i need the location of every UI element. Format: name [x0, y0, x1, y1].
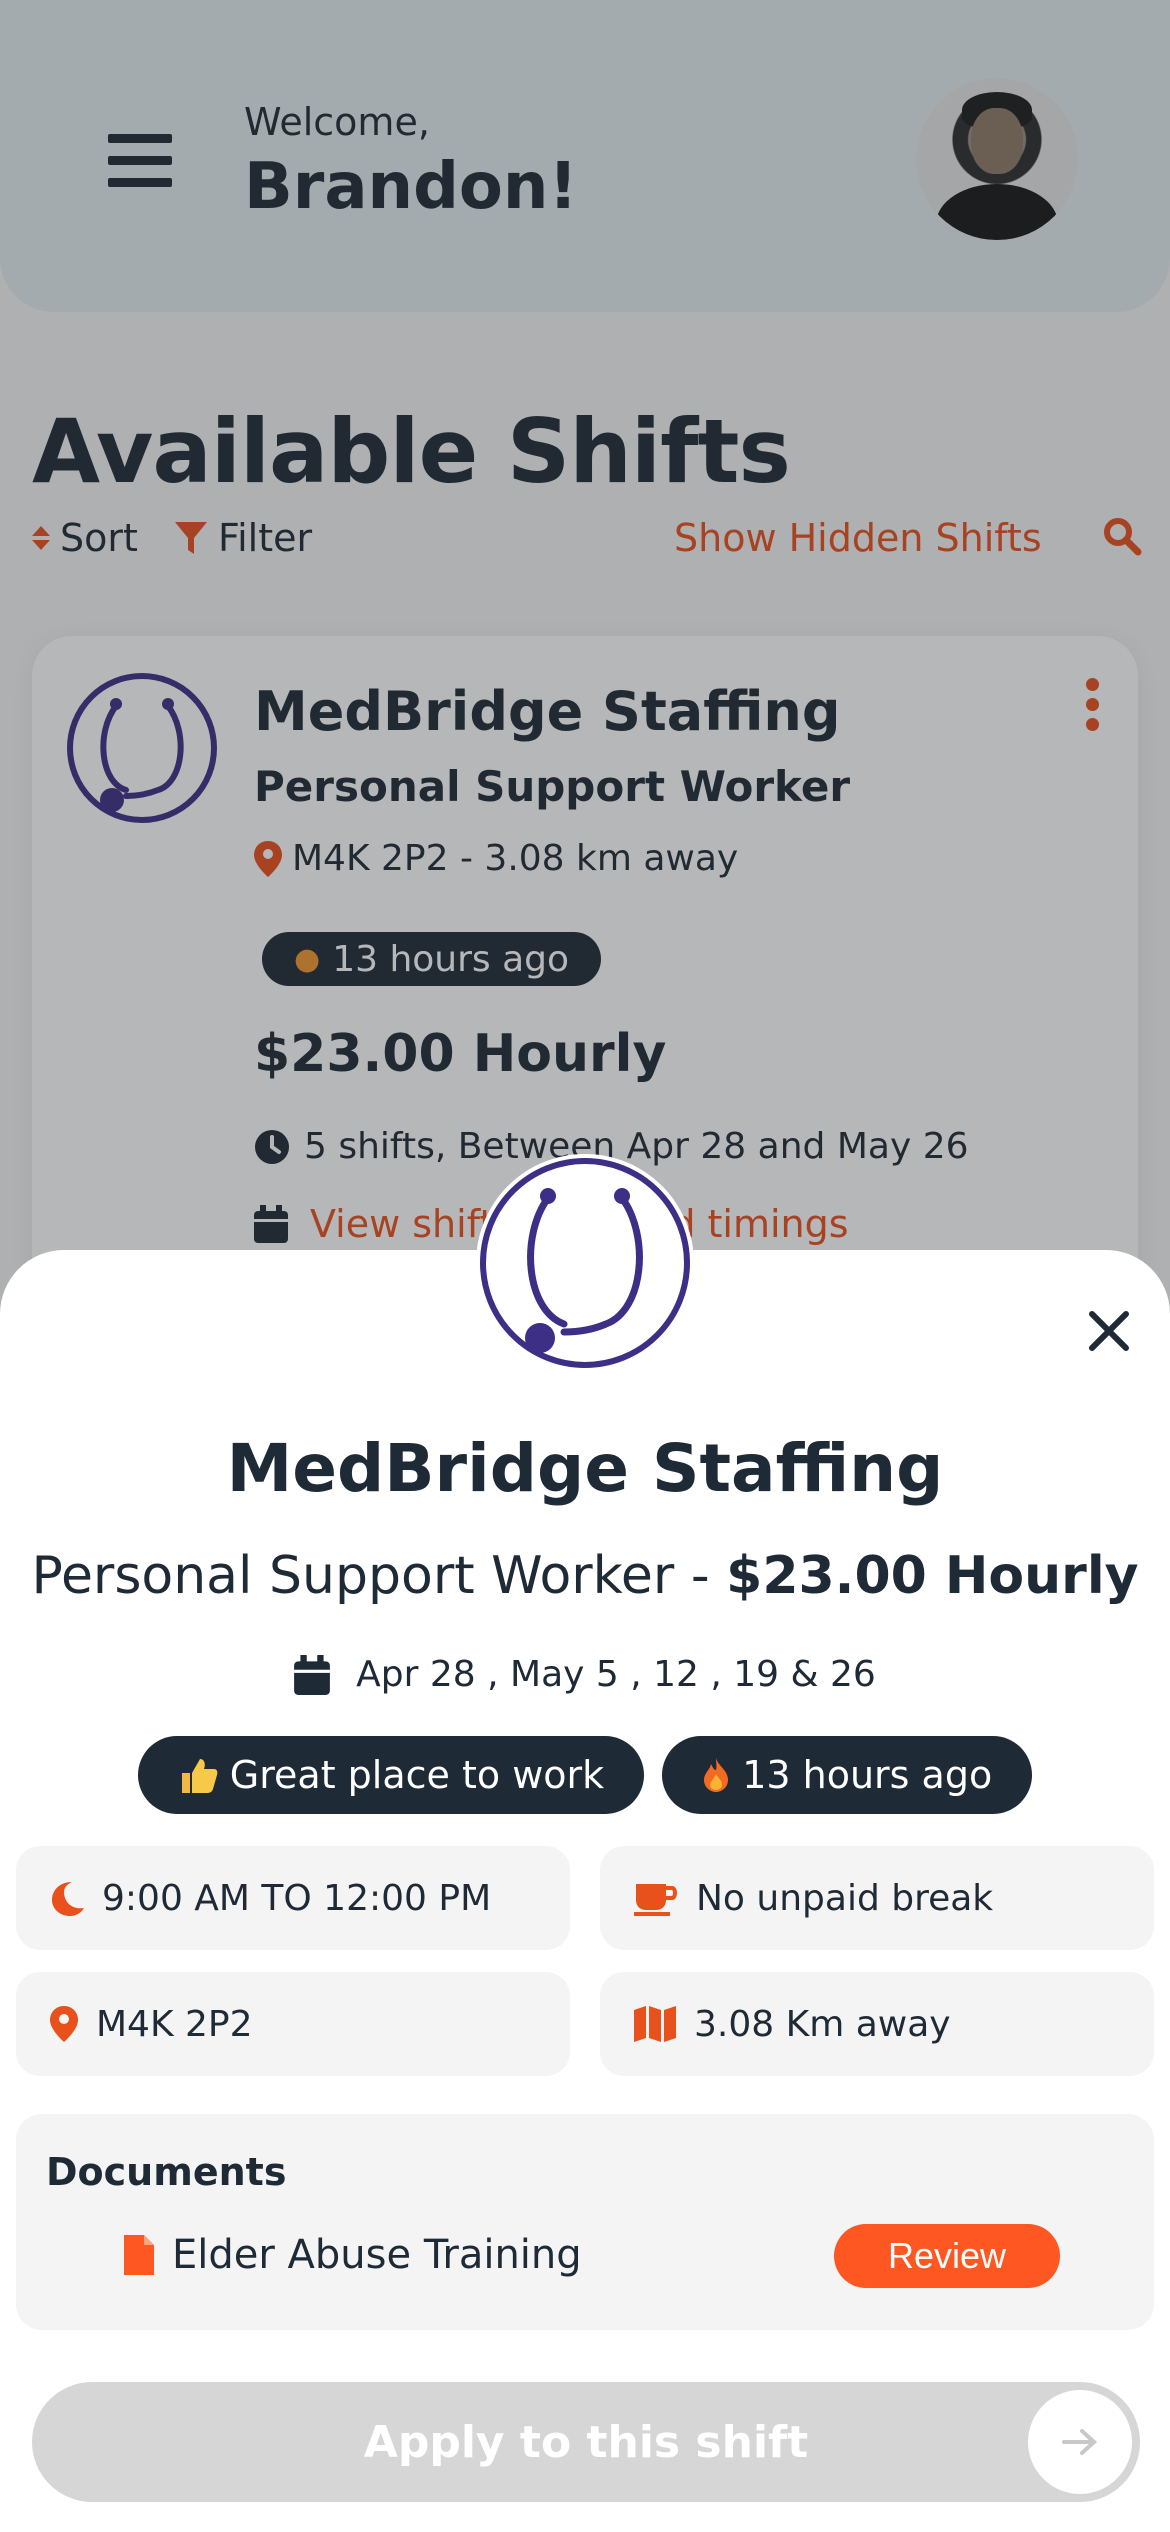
sheet-dates: Apr 28 , May 5 , 12 , 19 & 26 — [0, 1654, 1170, 1695]
documents-section: Documents Elder Abuse Training Review — [16, 2114, 1154, 2330]
document-icon — [124, 2235, 154, 2275]
stethoscope-logo-icon — [476, 1154, 694, 1372]
postal-tile: M4K 2P2 — [16, 1972, 570, 2076]
thumbs-up-icon — [181, 1759, 218, 1793]
great-place-text: Great place to work — [229, 1753, 605, 1797]
shift-detail-sheet: MedBridge Staffing Personal Support Work… — [0, 1154, 1170, 2532]
location-pin-icon — [50, 2006, 78, 2042]
fire-icon — [704, 1758, 729, 1792]
map-icon — [634, 2006, 676, 2042]
time-tile: 9:00 AM TO 12:00 PM — [16, 1846, 570, 1950]
sheet-badges: Great place to work 13 hours ago — [0, 1736, 1170, 1814]
distance-tile: 3.08 Km away — [600, 1972, 1154, 2076]
great-place-badge: Great place to work — [137, 1736, 645, 1814]
document-item: Elder Abuse Training — [124, 2232, 582, 2278]
close-icon[interactable] — [1082, 1304, 1136, 1358]
break-tile: No unpaid break — [600, 1846, 1154, 1950]
time-text: 9:00 AM TO 12:00 PM — [102, 1877, 492, 1919]
sheet-posted-text: 13 hours ago — [742, 1753, 993, 1797]
break-text: No unpaid break — [696, 1877, 994, 1919]
coffee-cup-icon — [634, 1884, 677, 1916]
sheet-company-name: MedBridge Staffing — [226, 1430, 944, 1507]
sheet-posted-badge: 13 hours ago — [662, 1736, 1033, 1814]
sheet-role: Personal Support Worker - — [31, 1546, 710, 1606]
sheet-dates-text: Apr 28 , May 5 , 12 , 19 & 26 — [356, 1654, 876, 1695]
documents-title: Documents — [46, 2150, 287, 2194]
arrow-right-icon — [1028, 2390, 1132, 2494]
review-button[interactable]: Review — [834, 2224, 1060, 2288]
distance-text: 3.08 Km away — [694, 2003, 951, 2045]
document-name: Elder Abuse Training — [172, 2232, 582, 2278]
calendar-icon — [294, 1654, 331, 1695]
apply-button[interactable]: Apply to this shift — [32, 2382, 1140, 2502]
moon-icon — [52, 1882, 84, 1916]
apply-label: Apply to this shift — [363, 2416, 809, 2468]
postal-text: M4K 2P2 — [96, 2003, 253, 2045]
sheet-role-line: Personal Support Worker - $23.00 Hourly — [0, 1546, 1170, 1606]
sheet-rate: $23.00 Hourly — [726, 1546, 1139, 1606]
